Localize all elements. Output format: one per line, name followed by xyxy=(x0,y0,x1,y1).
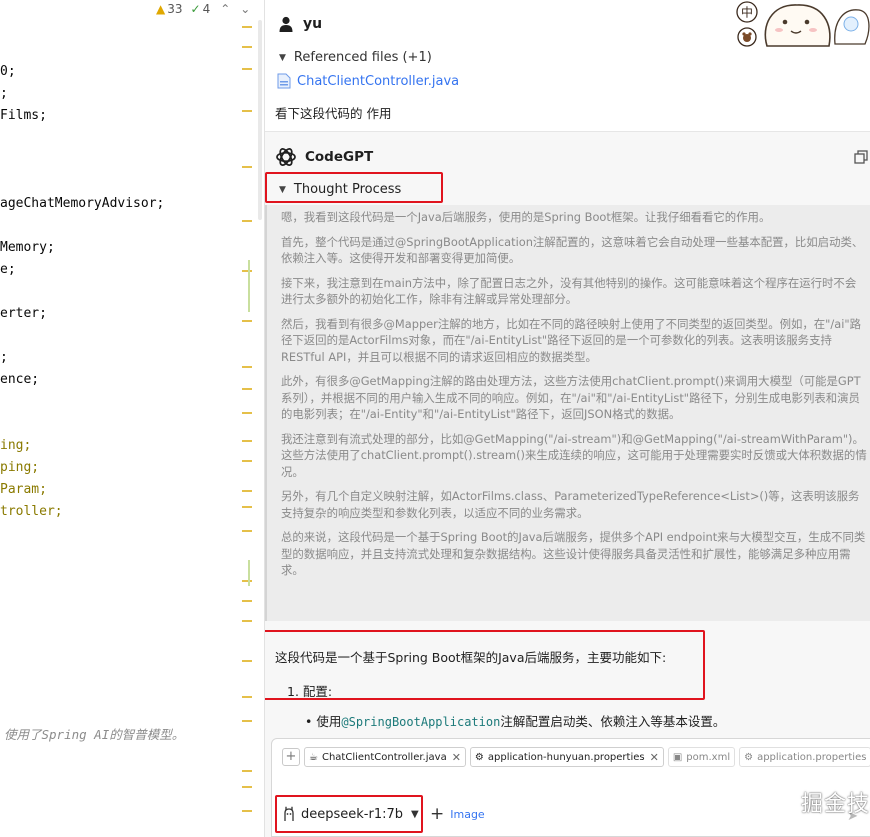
thought-paragraph: 首先，整个代码是通过@SpringBootApplication注解配置的，这意… xyxy=(281,234,864,266)
referenced-file-link[interactable]: ChatClientController.java xyxy=(277,73,459,89)
code-line[interactable]: ageChatMemoryAdvisor; xyxy=(0,196,164,211)
file-chip-label: ChatClientController.java xyxy=(321,751,447,763)
code-line[interactable]: ing; xyxy=(0,438,31,453)
java-file-icon xyxy=(277,73,291,89)
bullet-prefix: 使用 xyxy=(316,714,342,729)
properties-file-icon: ⚙ xyxy=(744,751,754,763)
editor-scrollbar[interactable] xyxy=(258,20,262,220)
bullet-suffix: 注解配置启动类、依赖注入等基本设置。 xyxy=(500,714,726,729)
file-chip[interactable]: ☕ ChatClientController.java ✕ xyxy=(304,747,466,767)
code-line[interactable]: ence; xyxy=(0,372,39,387)
svg-text:中: 中 xyxy=(741,5,753,20)
file-chip[interactable]: ▣ pom.xml xyxy=(667,747,736,767)
user-icon xyxy=(279,16,293,32)
add-image-button[interactable]: + Image xyxy=(430,804,485,824)
code-line[interactable]: erter; xyxy=(0,306,47,321)
openai-logo-icon xyxy=(276,148,296,166)
plus-icon: + xyxy=(430,804,445,824)
answer-list-item: 1. 配置: xyxy=(287,684,333,699)
file-chip-label: pom.xml xyxy=(686,751,731,763)
warning-icon: ▲ xyxy=(156,2,166,16)
maven-file-icon: ▣ xyxy=(672,751,683,763)
code-line[interactable]: ; xyxy=(0,86,8,101)
code-line[interactable]: troller; xyxy=(0,504,63,519)
user-header: yu xyxy=(279,16,322,32)
code-comment[interactable]: 使用了Spring AI的智普模型。 xyxy=(4,724,184,743)
referenced-files-label: Referenced files (+1) xyxy=(293,50,432,65)
chat-input-panel[interactable]: + ☕ ChatClientController.java ✕ ⚙ applic… xyxy=(271,738,870,837)
code-line[interactable]: ping; xyxy=(0,460,39,475)
assistant-header: CodeGPT xyxy=(275,146,373,168)
referenced-file-name: ChatClientController.java xyxy=(297,73,460,89)
next-highlight-icon[interactable]: ⌄ xyxy=(240,2,250,16)
properties-file-icon: ⚙ xyxy=(474,751,484,763)
answer-bullet: • 使用@SpringBootApplication注解配置启动类、依赖注入等基… xyxy=(305,714,726,729)
editor-gutter[interactable] xyxy=(238,20,256,837)
attached-files: + ☕ ChatClientController.java ✕ ⚙ applic… xyxy=(282,747,870,767)
assistant-name: CodeGPT xyxy=(305,149,374,165)
thought-paragraph: 此外，有很多@GetMapping注解的路由处理方法，这些方法使用chatCli… xyxy=(281,374,861,421)
triangle-down-icon: ▼ xyxy=(279,52,286,63)
codegpt-chat-panel: yu ▼ Referenced files (+1) ChatClientCon… xyxy=(264,0,870,837)
thought-paragraph: 嗯，我看到这段代码是一个Java后端服务，使用的是Spring Boot框架。让… xyxy=(281,210,771,224)
weak-warning-count: 4 xyxy=(202,2,211,16)
close-icon[interactable]: ✕ xyxy=(650,751,659,764)
file-chip[interactable]: ⚙ application.properties xyxy=(739,747,870,767)
referenced-files-toggle[interactable]: ▼ Referenced files (+1) xyxy=(279,50,432,65)
add-image-label: Image xyxy=(450,807,485,821)
add-file-button[interactable]: + xyxy=(282,748,300,766)
thought-paragraph: 总的来说，这段代码是一个基于Spring Boot的Java后端服务，提供多个A… xyxy=(281,530,866,577)
file-chip-label: application-hunyuan.properties xyxy=(487,751,645,763)
user-message-block: yu ▼ Referenced files (+1) ChatClientCon… xyxy=(265,0,870,132)
code-line[interactable]: ; xyxy=(0,350,8,365)
previous-highlight-icon[interactable]: ⌃ xyxy=(220,2,230,16)
watermark: 掘金技术社区 @ 努力的小雨 xyxy=(801,792,870,817)
inline-code: @SpringBootApplication xyxy=(341,715,501,729)
inspection-widget[interactable]: ▲ 33 ✓ 4 ⌃ ⌄ xyxy=(156,2,250,16)
close-icon[interactable]: ✕ xyxy=(452,751,461,764)
copy-icon[interactable] xyxy=(854,150,868,164)
file-chip-label: application.properties xyxy=(757,751,867,763)
code-line[interactable]: 0; xyxy=(0,64,16,79)
weak-warning-icon: ✓ xyxy=(190,2,201,16)
code-line[interactable]: e; xyxy=(0,262,16,277)
thought-paragraph: 另外，有几个自定义映射注解，如ActorFilms.class、Paramete… xyxy=(281,489,860,520)
thought-paragraph: 接下来，我注意到在main方法中，除了配置日志之外，没有其他特别的操作。这可能意… xyxy=(281,275,857,307)
file-chip[interactable]: ⚙ application-hunyuan.properties ✕ xyxy=(469,747,664,767)
java-file-icon: ☕ xyxy=(309,751,318,763)
thought-paragraph: 然后，我看到有很多@Mapper注解的地方，比如在不同的路径映射上使用了不同类型… xyxy=(281,316,862,364)
code-line[interactable]: Param; xyxy=(0,482,47,497)
mascot-sticker-image: 中 xyxy=(736,1,870,47)
code-line[interactable]: Memory; xyxy=(0,240,55,255)
model-selector[interactable]: deepseek-r1:7b ▼ xyxy=(275,795,423,833)
user-message-text: 看下这段代码的 作用 xyxy=(275,106,392,121)
code-line[interactable]: Films; xyxy=(0,108,47,123)
thought-process-highlight xyxy=(265,172,443,203)
thought-process-content: 嗯，我看到这段代码是一个Java后端服务，使用的是Spring Boot框架。让… xyxy=(265,205,870,621)
code-editor[interactable]: ▲ 33 ✓ 4 ⌃ ⌄ 0; ; Films; ageChatMemoryAd… xyxy=(0,0,264,837)
model-selector-highlight xyxy=(275,795,423,833)
user-name: yu xyxy=(303,16,323,32)
thought-paragraph: 我还注意到有流式处理的部分，比如@GetMapping("/ai-stream"… xyxy=(281,431,867,479)
warning-count: 33 xyxy=(167,2,183,16)
answer-intro: 这段代码是一个基于Spring Boot框架的Java后端服务，主要功能如下: xyxy=(275,650,667,665)
